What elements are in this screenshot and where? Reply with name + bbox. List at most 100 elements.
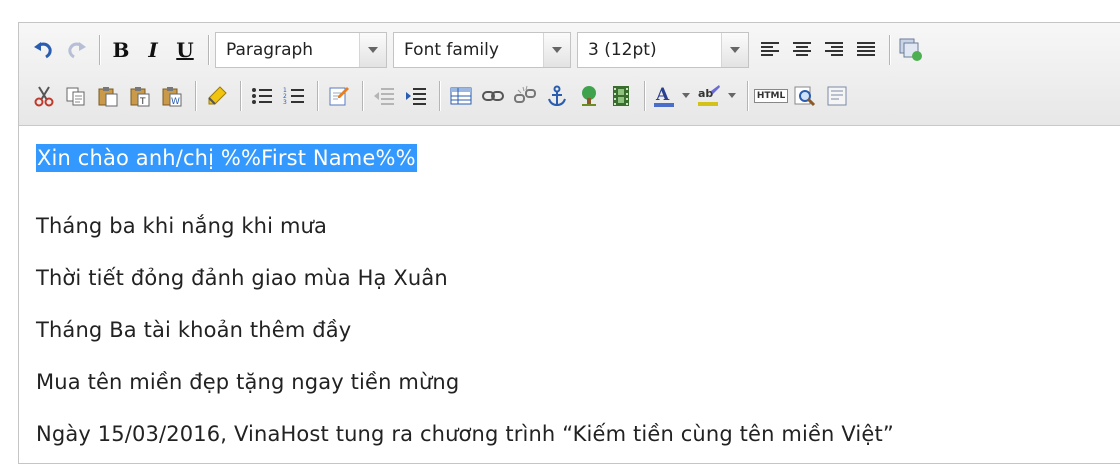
svg-text:3: 3: [283, 99, 287, 106]
align-center-icon: [793, 42, 811, 56]
font-family-select[interactable]: Font family: [393, 32, 571, 68]
content-line: Tháng ba khi nắng khi mưa: [36, 214, 328, 238]
remove-format-button[interactable]: [202, 80, 232, 112]
toolbar-separator: [889, 35, 890, 65]
undo-button[interactable]: [29, 34, 59, 66]
numbered-list-icon: 123: [283, 87, 304, 106]
content-line: Ngày 15/03/2016, VinaHost tung ra chương…: [36, 422, 894, 446]
link-icon: [482, 91, 504, 101]
align-justify-icon: [857, 42, 875, 56]
editor-content[interactable]: Xin chào anh/chị %%First Name%% Tháng ba…: [19, 126, 1120, 466]
highlight-color-button[interactable]: ab: [695, 80, 723, 112]
template-button[interactable]: [822, 80, 852, 112]
cut-button[interactable]: [29, 80, 59, 112]
editor-toolbar: B I U Paragraph Font family 3 (12pt) T W…: [19, 23, 1120, 126]
paste-word-icon: W: [162, 87, 182, 107]
toolbar-row-1: B I U Paragraph Font family 3 (12pt): [29, 31, 928, 69]
toolbar-separator: [644, 81, 645, 111]
paste-text-icon: T: [130, 87, 150, 107]
selected-text: Xin chào anh/chị %%First Name%%: [36, 144, 417, 172]
table-button[interactable]: [446, 80, 476, 112]
outdent-button[interactable]: [369, 80, 399, 112]
italic-button[interactable]: I: [138, 34, 168, 66]
underline-button[interactable]: U: [170, 34, 200, 66]
highlight-label: ab: [698, 87, 713, 100]
chevron-down-icon: [359, 33, 386, 67]
paste-icon: [98, 87, 118, 107]
bold-label: B: [112, 38, 130, 62]
toolbar-separator: [208, 35, 209, 65]
anchor-icon: [548, 85, 566, 107]
align-center-button[interactable]: [787, 34, 817, 66]
font-color-dropdown[interactable]: [679, 80, 693, 112]
copy-button[interactable]: [61, 80, 91, 112]
paste-styles-button[interactable]: [896, 34, 926, 66]
font-color-button[interactable]: A: [651, 80, 677, 112]
align-left-icon: [761, 42, 779, 56]
anchor-button[interactable]: [542, 80, 572, 112]
svg-text:W: W: [171, 97, 180, 107]
rich-text-editor: B I U Paragraph Font family 3 (12pt) T W…: [18, 22, 1120, 464]
font-family-select-value: Font family: [404, 40, 499, 60]
magnifier-icon: [794, 86, 816, 107]
toolbar-separator: [317, 81, 318, 111]
redo-button[interactable]: [61, 34, 91, 66]
font-size-select[interactable]: 3 (12pt): [577, 32, 749, 68]
image-button[interactable]: [574, 80, 604, 112]
toolbar-row-2: T W 1 2 3 A ab HTML: [29, 77, 854, 115]
toolbar-separator: [99, 35, 100, 65]
link-button[interactable]: [478, 80, 508, 112]
scissors-icon: [34, 86, 54, 107]
content-line: Mua tên miền đẹp tặng ngay tiền mừng: [36, 370, 460, 394]
indent-button[interactable]: [401, 80, 431, 112]
content-line: Thời tiết đỏng đảnh giao mùa Hạ Xuân: [36, 266, 448, 290]
eraser-icon: [208, 86, 227, 105]
media-button[interactable]: [606, 80, 636, 112]
chevron-down-icon: [682, 93, 690, 98]
outdent-icon: [374, 88, 394, 105]
format-select[interactable]: Paragraph: [215, 32, 387, 68]
bullet-list-button[interactable]: [247, 80, 277, 112]
align-right-button[interactable]: [819, 34, 849, 66]
preview-button[interactable]: [790, 80, 820, 112]
toolbar-separator: [439, 81, 440, 111]
styles-icon: [899, 38, 922, 61]
unlink-button[interactable]: [510, 80, 540, 112]
unlink-icon: [514, 85, 536, 103]
paste-button[interactable]: [93, 80, 123, 112]
svg-text:T: T: [139, 97, 146, 107]
align-left-button[interactable]: [755, 34, 785, 66]
content-line-greeting: Xin chào anh/chị %%First Name%%: [36, 144, 417, 172]
template-icon: [827, 86, 847, 106]
undo-icon: [34, 42, 52, 59]
edit-button[interactable]: [324, 80, 354, 112]
toolbar-separator: [195, 81, 196, 111]
edit-icon: [329, 87, 349, 106]
highlight-icon: ab: [698, 85, 720, 106]
chevron-down-icon: [543, 33, 570, 67]
bold-button[interactable]: B: [106, 34, 136, 66]
chevron-down-icon: [728, 93, 736, 98]
table-icon: [450, 87, 472, 105]
indent-icon: [406, 88, 426, 105]
content-line: Tháng Ba tài khoản thêm đầy: [36, 318, 352, 342]
align-justify-button[interactable]: [851, 34, 881, 66]
toolbar-separator: [240, 81, 241, 111]
chevron-down-icon: [721, 33, 748, 67]
paste-text-button[interactable]: T: [125, 80, 155, 112]
copy-icon: [66, 87, 85, 106]
html-source-button[interactable]: HTML: [753, 80, 789, 112]
font-color-icon: A: [654, 85, 674, 107]
highlight-color-dropdown[interactable]: [725, 80, 739, 112]
italic-label: I: [148, 38, 158, 62]
format-select-value: Paragraph: [226, 40, 314, 60]
underline-label: U: [176, 38, 194, 62]
html-label: HTML: [753, 89, 789, 103]
numbered-list-button[interactable]: 123: [279, 80, 309, 112]
toolbar-separator: [747, 81, 748, 111]
align-right-icon: [825, 42, 843, 56]
font-color-label: A: [655, 85, 670, 105]
paste-word-button[interactable]: W: [157, 80, 187, 112]
image-icon: [582, 86, 596, 106]
bullet-list-icon: [252, 88, 272, 104]
